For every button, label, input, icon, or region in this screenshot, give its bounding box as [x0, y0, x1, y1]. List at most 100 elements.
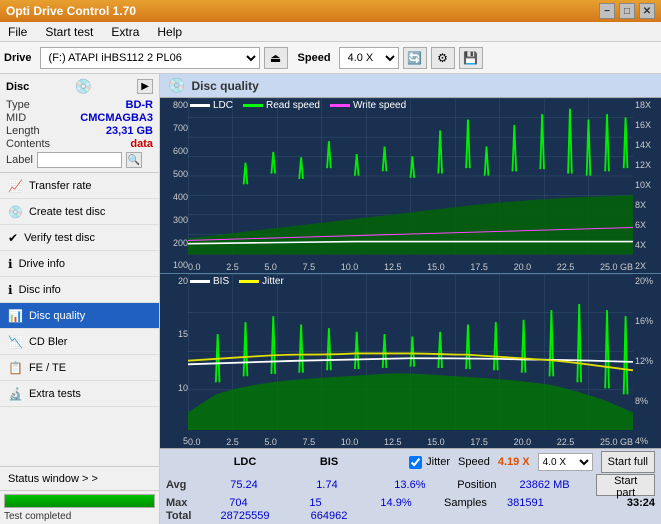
lower-y-axis-right: 20%16%12%8%4%	[633, 274, 661, 449]
time-display: 33:24	[585, 497, 655, 509]
mid-value: CMCMAGBA3	[80, 112, 153, 124]
upper-x-axis: 0.02.55.07.510.012.515.017.520.022.525.0…	[188, 262, 633, 272]
save-button[interactable]: 💾	[459, 47, 483, 69]
max-label: Max	[166, 497, 198, 509]
sidebar-item-extra-tests[interactable]: 🔬 Extra tests	[0, 381, 159, 407]
label-input[interactable]	[37, 152, 122, 168]
speed-stat-label: Speed	[458, 456, 490, 468]
upper-y-axis-left: 800700600500400300200100	[160, 98, 188, 273]
jitter-checkbox-group: Jitter	[409, 456, 450, 469]
cd-bler-label: CD Bler	[29, 336, 68, 348]
fe-te-icon: 📋	[8, 361, 23, 375]
eject-button[interactable]: ⏏	[264, 47, 288, 69]
position-label: Position	[457, 479, 511, 491]
status-text: Test completed	[0, 511, 159, 524]
fe-te-label: FE / TE	[29, 362, 66, 374]
sidebar-item-disc-info[interactable]: ℹ Disc info	[0, 277, 159, 303]
titlebar: Opti Drive Control 1.70 − □ ✕	[0, 0, 661, 22]
jitter-checkbox[interactable]	[409, 456, 422, 469]
extra-tests-icon: 🔬	[8, 387, 23, 401]
drive-select[interactable]: (F:) ATAPI iHBS112 2 PL06	[40, 47, 260, 69]
progress-bar-fill	[5, 495, 154, 507]
disc-more-button[interactable]: ▶	[137, 79, 153, 94]
sidebar-item-cd-bler[interactable]: 📉 CD Bler	[0, 329, 159, 355]
disc-quality-icon: 📊	[8, 309, 23, 323]
lower-chart-svg	[188, 274, 633, 431]
toolbar: Drive (F:) ATAPI iHBS112 2 PL06 ⏏ Speed …	[0, 42, 661, 74]
cd-bler-icon: 📉	[8, 335, 23, 349]
contents-label: Contents	[6, 138, 50, 150]
disc-info-icon: ℹ	[8, 283, 13, 297]
sidebar-item-verify-test-disc[interactable]: ✔ Verify test disc	[0, 225, 159, 251]
type-label: Type	[6, 99, 30, 111]
maximize-button[interactable]: □	[619, 3, 635, 19]
length-value: 23,31 GB	[106, 125, 153, 137]
disc-panel: Disc 💿 ▶ Type BD-R MID CMCMAGBA3 Length …	[0, 74, 159, 173]
menu-extra[interactable]: Extra	[107, 23, 143, 41]
avg-right: 13.6% Position 23862 MB Start part	[370, 474, 655, 496]
avg-label: Avg	[166, 479, 201, 491]
jitter-label: Jitter	[426, 456, 450, 468]
transfer-rate-icon: 📈	[8, 179, 23, 193]
disc-quality-header: 💿 Disc quality	[160, 74, 661, 98]
max-jitter: 14.9%	[356, 497, 436, 509]
avg-jitter: 13.6%	[370, 479, 449, 491]
status-window-label: Status window > >	[8, 473, 98, 485]
lower-chart: BIS Jitter	[160, 274, 661, 449]
close-button[interactable]: ✕	[639, 3, 655, 19]
main-layout: Disc 💿 ▶ Type BD-R MID CMCMAGBA3 Length …	[0, 74, 661, 524]
sidebar-item-create-test-disc[interactable]: 💿 Create test disc	[0, 199, 159, 225]
menu-start-test[interactable]: Start test	[41, 23, 97, 41]
app-title: Opti Drive Control 1.70	[6, 4, 136, 18]
lower-y-axis-left: 2015105	[160, 274, 188, 449]
start-part-button[interactable]: Start part	[596, 474, 655, 496]
lower-x-axis: 0.02.55.07.510.012.515.017.520.022.525.0…	[188, 437, 633, 447]
speed-select[interactable]: 4.0 X	[339, 47, 399, 69]
sidebar-item-transfer-rate[interactable]: 📈 Transfer rate	[0, 173, 159, 199]
samples-value: 381591	[507, 497, 577, 509]
upper-chart-svg	[188, 98, 633, 255]
disc-icon: 💿	[75, 78, 92, 95]
speed-label: Speed	[298, 52, 331, 64]
length-label: Length	[6, 125, 40, 137]
minimize-button[interactable]: −	[599, 3, 615, 19]
status-window-button[interactable]: Status window > >	[0, 467, 159, 491]
speed-stat-select[interactable]: 4.0 X	[538, 453, 593, 471]
upper-y-axis-right: 18X16X14X12X10X8X6X4X2X	[633, 98, 661, 273]
contents-value: data	[130, 138, 153, 150]
sidebar-item-drive-info[interactable]: ℹ Drive info	[0, 251, 159, 277]
samples-label: Samples	[444, 497, 499, 509]
max-row: Max 704 15 14.9% Samples 381591 33:24	[166, 497, 655, 509]
total-bis: 664962	[289, 510, 369, 522]
stats-header-row: LDC BIS Jitter Speed 4.19 X 4.0 X Start …	[166, 451, 655, 473]
speed-stat-value: 4.19 X	[498, 456, 530, 468]
menu-help[interactable]: Help	[153, 23, 186, 41]
refresh-button[interactable]: 🔄	[403, 47, 427, 69]
label-button[interactable]: 🔍	[126, 152, 142, 168]
drive-info-label: Drive info	[19, 258, 65, 270]
total-row: Total 28725559 664962	[166, 510, 655, 522]
charts-area: LDC Read speed Write speed	[160, 98, 661, 448]
create-test-disc-label: Create test disc	[29, 206, 105, 218]
sidebar-item-fe-te[interactable]: 📋 FE / TE	[0, 355, 159, 381]
progress-bar-container	[4, 494, 155, 508]
disc-section-label: Disc	[6, 81, 29, 93]
avg-row: Avg 75.24 1.74 13.6% Position 23862 MB S…	[166, 474, 655, 496]
settings-button[interactable]: ⚙	[431, 47, 455, 69]
titlebar-controls: − □ ✕	[599, 3, 655, 19]
type-value: BD-R	[126, 99, 154, 111]
total-ldc: 28725559	[205, 510, 285, 522]
max-right: 14.9% Samples 381591 33:24	[356, 497, 655, 509]
verify-test-disc-icon: ✔	[8, 231, 18, 245]
menu-file[interactable]: File	[4, 23, 31, 41]
max-bis: 15	[279, 497, 352, 509]
start-full-button[interactable]: Start full	[601, 451, 655, 473]
avg-bis: 1.74	[288, 479, 367, 491]
max-ldc: 704	[202, 497, 275, 509]
sidebar-item-disc-quality[interactable]: 📊 Disc quality	[0, 303, 159, 329]
transfer-rate-label: Transfer rate	[29, 180, 92, 192]
position-value: 23862 MB	[519, 479, 588, 491]
mid-label: MID	[6, 112, 26, 124]
nav-list: 📈 Transfer rate 💿 Create test disc ✔ Ver…	[0, 173, 159, 407]
stats-bar: LDC BIS Jitter Speed 4.19 X 4.0 X Start …	[160, 448, 661, 524]
